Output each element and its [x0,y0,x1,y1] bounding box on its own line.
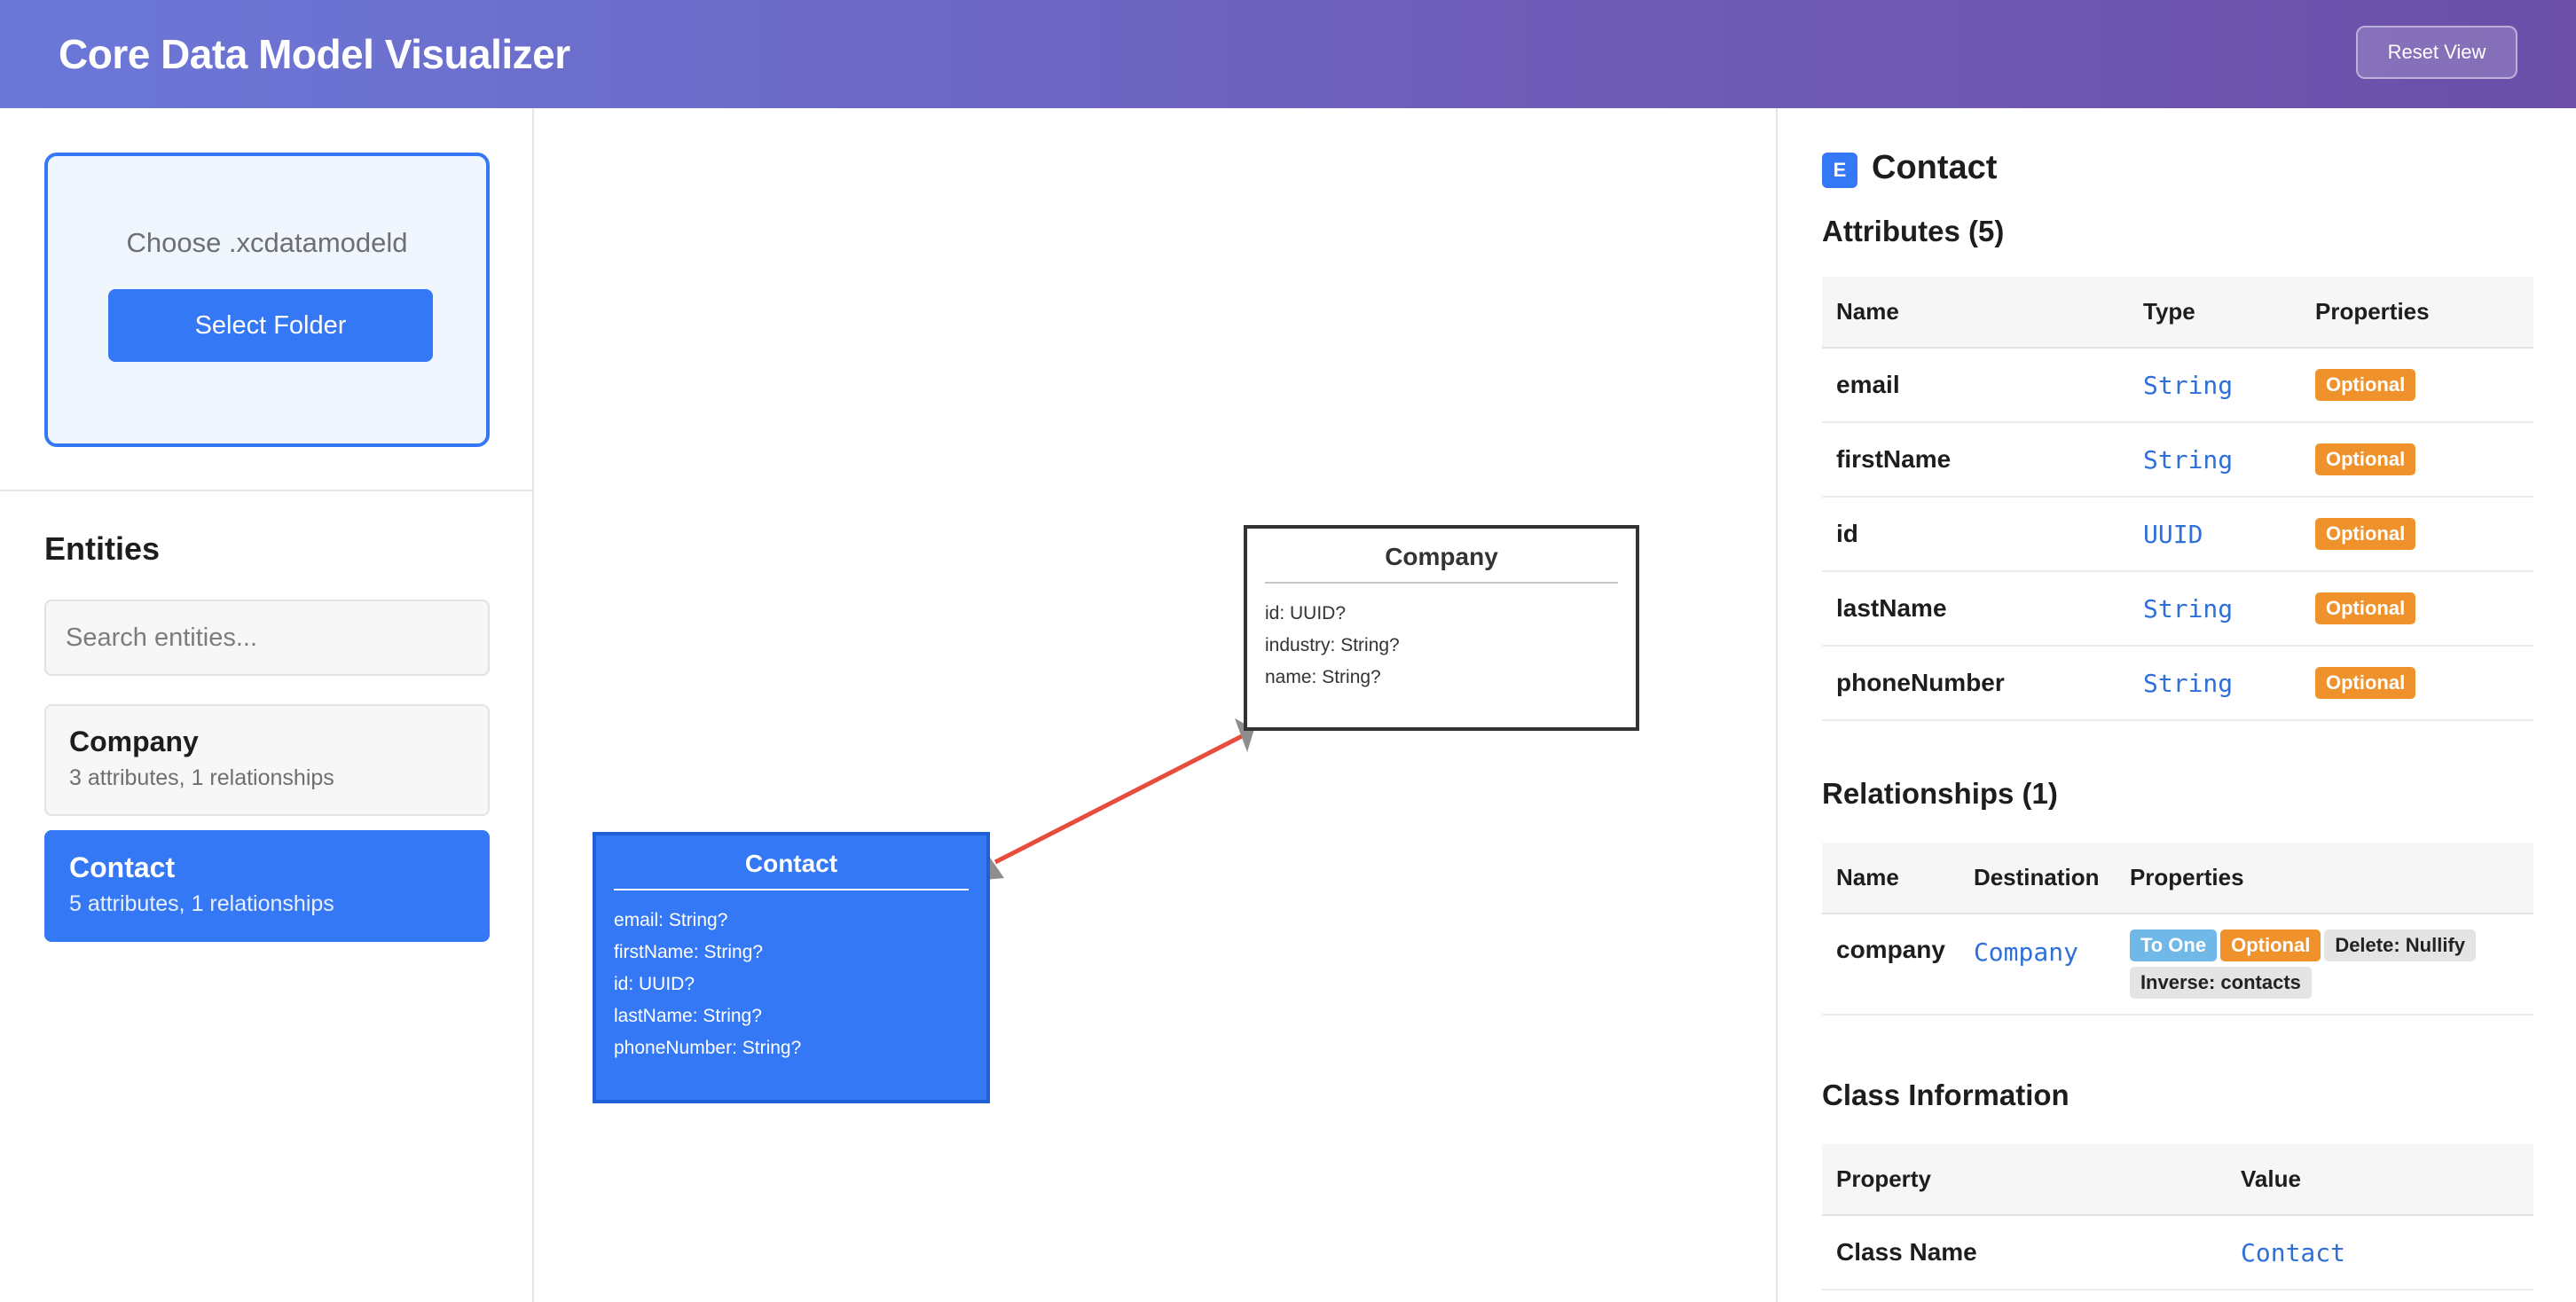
to-one-tag: To One [2129,929,2218,961]
detail-panel: E Contact Attributes (5) Name Type Prope… [1776,108,2576,1302]
optional-tag: Optional [2220,929,2321,961]
diagram-canvas[interactable]: Company id: UUID? industry: String? name… [534,108,1776,1302]
relationship-name: company [1822,914,1959,1016]
optional-tag: Optional [2315,443,2416,475]
optional-tag: Optional [2315,518,2416,550]
class-info-heading: Class Information [1822,1078,2069,1111]
attribute-type: String [2129,348,2301,423]
node-attribute: industry: String? [1265,635,1400,655]
table-row: phoneNumber String Optional [1822,646,2533,721]
select-folder-button[interactable]: Select Folder [108,289,433,362]
sidebar: Choose .xcdatamodeld Select Folder Entit… [0,108,534,1302]
optional-tag: Optional [2315,592,2416,624]
sidebar-divider [0,490,532,491]
entity-node-company[interactable]: Company id: UUID? industry: String? name… [1244,525,1639,731]
attribute-type: String [2129,571,2301,647]
node-attributes: email: String? firstName: String? id: UU… [614,890,969,1064]
file-drop-zone[interactable]: Choose .xcdatamodeld Select Folder [44,153,490,447]
attribute-properties: Optional [2301,348,2533,423]
entity-node-contact[interactable]: Contact email: String? firstName: String… [593,832,990,1103]
inverse-tag: Inverse: contacts [2129,967,2312,999]
optional-tag: Optional [2315,667,2416,699]
column-header: Name [1822,277,2129,349]
node-title: Company [1265,543,1618,584]
column-header: Properties [2115,843,2533,914]
relationships-heading: Relationships (1) [1822,777,2058,810]
attribute-properties: Optional [2301,422,2533,498]
entities-heading: Entities [44,530,161,567]
node-attribute: id: UUID? [1265,603,1347,624]
entity-item-meta: 5 attributes, 1 relationships [69,891,334,916]
column-header: Destination [1959,843,2116,914]
table-row: lastName String Optional [1822,571,2533,647]
entity-search-input[interactable] [44,600,490,676]
attributes-heading: Attributes (5) [1822,215,2005,247]
column-header: Name [1822,843,1959,914]
table-row: firstName String Optional [1822,422,2533,498]
attributes-table: Name Type Properties email String Option… [1822,277,2533,721]
node-attribute: lastName: String? [614,1006,762,1026]
app-title: Core Data Model Visualizer [59,31,570,77]
entity-item-meta: 3 attributes, 1 relationships [69,765,334,790]
column-header: Properties [2301,277,2533,349]
node-attribute: id: UUID? [614,974,695,994]
attribute-properties: Optional [2301,646,2533,721]
delete-rule-tag: Delete: Nullify [2324,929,2477,961]
table-row: company Company To One Optional Delete: Nu… [1822,914,2533,1016]
column-header: Type [2129,277,2301,349]
reset-view-button[interactable]: Reset View [2356,26,2517,79]
node-title: Contact [614,850,969,890]
node-attribute: email: String? [614,910,728,930]
attribute-properties: Optional [2301,571,2533,647]
attribute-type: String [2129,646,2301,721]
drop-zone-label: Choose .xcdatamodeld [126,227,408,258]
entity-icon: E [1822,153,1857,188]
attribute-type: UUID [2129,497,2301,572]
node-attribute: phoneNumber: String? [614,1038,802,1058]
class-info-table: Property Value Class Name Contact [1822,1144,2533,1290]
class-property-value: Contact [2227,1215,2533,1290]
entity-list-item-contact[interactable]: Contact 5 attributes, 1 relationships [44,830,490,942]
entity-item-name: Contact [69,851,176,883]
entity-list-item-company[interactable]: Company 3 attributes, 1 relationships [44,704,490,816]
table-row: id UUID Optional [1822,497,2533,572]
attribute-type: String [2129,422,2301,498]
attribute-name: phoneNumber [1822,646,2129,721]
attribute-name: email [1822,348,2129,423]
node-attributes: id: UUID? industry: String? name: String… [1265,584,1618,694]
column-header: Property [1822,1144,2227,1216]
relationships-table: Name Destination Properties company Comp… [1822,843,2533,1016]
optional-tag: Optional [2315,369,2416,401]
column-header: Value [2227,1144,2533,1216]
detail-title: Contact [1872,149,1998,186]
table-row: Class Name Contact [1822,1215,2533,1290]
relationship-destination-link[interactable]: Company [1959,914,2116,1016]
relationship-properties: To One Optional Delete: Nullify Inverse: c… [2115,914,2533,1016]
attribute-properties: Optional [2301,497,2533,572]
attribute-name: id [1822,497,2129,572]
entity-item-name: Company [69,726,199,757]
node-attribute: name: String? [1265,667,1381,687]
table-row: email String Optional [1822,348,2533,423]
attribute-name: firstName [1822,422,2129,498]
app-header: Core Data Model Visualizer Reset View [0,0,2576,108]
attribute-name: lastName [1822,571,2129,647]
relationship-edge-line[interactable] [993,730,1251,865]
node-attribute: firstName: String? [614,942,764,962]
class-property-name: Class Name [1822,1215,2227,1290]
